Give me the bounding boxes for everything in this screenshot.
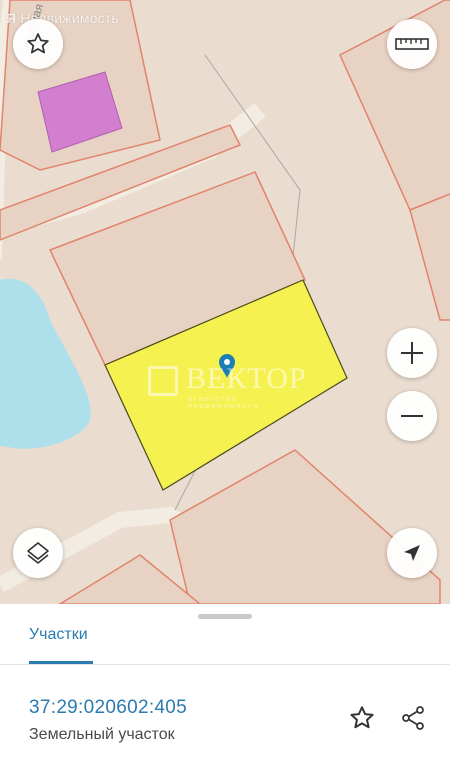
share-button[interactable] [397, 702, 429, 734]
star-icon [27, 33, 49, 54]
divider [0, 664, 450, 665]
app-root: Северная ВЕКТОР агентство недвижимости Я… [0, 0, 450, 768]
sheet-drag-handle[interactable] [198, 614, 252, 619]
minus-icon [401, 415, 423, 417]
star-icon [350, 706, 374, 729]
watermark-subtext: агентство недвижимости [188, 396, 260, 410]
cadastral-number-link[interactable]: 37:29:020602:405 [29, 697, 187, 719]
locate-me-button[interactable] [387, 528, 437, 578]
navigation-arrow-icon [404, 545, 420, 561]
share-icon [402, 706, 424, 730]
watermark-text: ВЕКТОР [186, 362, 307, 395]
parcel [169, 449, 441, 604]
ruler-button[interactable] [387, 19, 437, 69]
object-type-label: Земельный участок [29, 726, 175, 743]
favorite-map-button[interactable] [13, 19, 63, 69]
map-view[interactable]: Северная ВЕКТОР агентство недвижимости Я… [0, 0, 450, 604]
zoom-out-button[interactable] [387, 391, 437, 441]
parcel [409, 193, 450, 321]
zoom-in-button[interactable] [387, 328, 437, 378]
ruler-icon [395, 38, 429, 50]
watermark-logo-icon [148, 366, 178, 396]
parcel [58, 554, 202, 604]
plus-icon [401, 342, 423, 364]
attribution-logo: Я [6, 10, 17, 26]
bottom-sheet: Участки 37:29:020602:405 Земельный участ… [0, 604, 450, 768]
layers-button[interactable] [13, 528, 63, 578]
favorite-button[interactable] [346, 702, 378, 734]
watermark: ВЕКТОР агентство недвижимости [148, 362, 308, 410]
tab-parcels[interactable]: Участки [29, 626, 88, 644]
layers-icon [27, 542, 49, 564]
map-canvas [0, 0, 450, 604]
